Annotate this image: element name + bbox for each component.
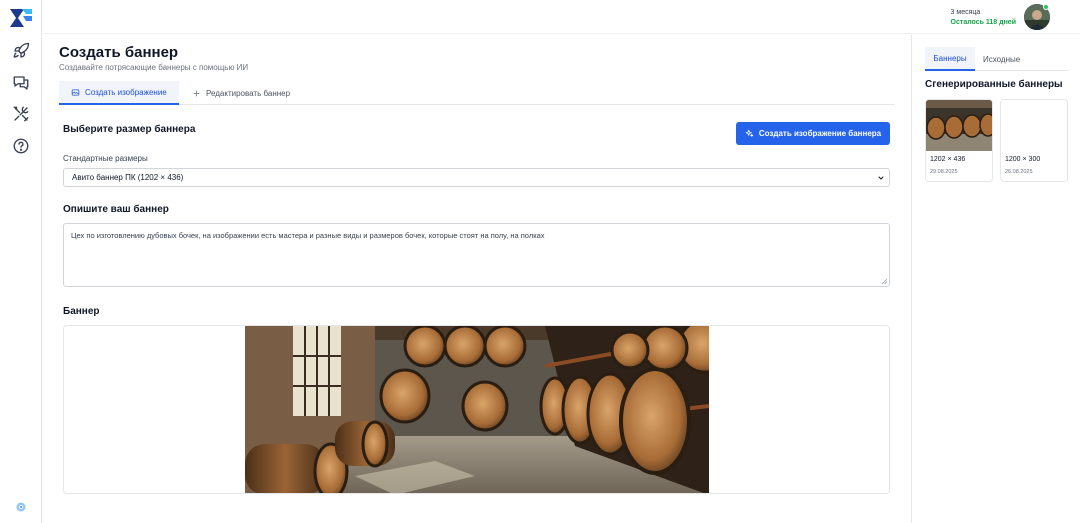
page-title: Создать баннер [59,44,179,61]
banner-size-select[interactable]: Авито баннер ПК (1202 × 436) [63,168,890,187]
subscription-period: 3 месяца [950,9,981,16]
tab-bar: Создать изображение Редактировать баннер [59,81,895,105]
logo-icon[interactable] [9,8,33,28]
tab-banners[interactable]: Баннеры [925,47,975,71]
banner-section-heading: Баннер [63,306,100,317]
banner-description-text: Цех по изготовлению дубовых бочек, на из… [71,231,545,240]
subscription-remaining: Осталось 118 дней [950,19,1016,26]
subscription-info: 3 месяца Осталось 118 дней [951,8,1016,28]
tab-create-image-label: Создать изображение [85,87,167,97]
standard-sizes-label: Стандартные размеры [63,154,148,163]
sparkle-icon [745,129,754,137]
chat-icon[interactable] [10,72,32,94]
banner-card[interactable]: 1202 × 436 29.08.2025 [925,99,993,182]
help-icon[interactable] [10,135,32,157]
banner-card[interactable]: 1200 × 300 26.08.2025 [1000,99,1068,182]
banner-image [245,326,709,493]
plus-icon [193,90,200,96]
tab-create-image[interactable]: Создать изображение [59,81,179,105]
tab-edit-banner[interactable]: Редактировать баннер [180,81,302,105]
generate-banner-button[interactable]: Создать изображение баннера [736,122,890,145]
right-tab-bar: Баннеры Исходные [925,47,1069,71]
tab-edit-banner-label: Редактировать баннер [206,88,291,98]
resize-handle-icon[interactable] [881,278,887,284]
online-status-dot [1043,4,1049,10]
banner-description-textarea[interactable]: Цех по изготовлению дубовых бочек, на из… [63,223,890,287]
left-rail [0,0,42,523]
rocket-icon[interactable] [10,40,32,62]
chevron-down-icon [878,176,884,180]
page-subtitle: Создавайте потрясающие баннеры с помощью… [59,63,249,72]
size-section-heading: Выберите размер баннера [63,124,196,135]
generated-banners-title: Сгенерированные баннеры [925,79,1063,90]
right-panel: Баннеры Исходные Сгенерированные баннеры… [911,35,1080,523]
banner-card-size: 1200 × 300 [1005,156,1041,163]
image-icon [71,89,80,95]
banner-size-selected: Авито баннер ПК (1202 × 436) [72,173,184,182]
tools-icon[interactable] [10,103,32,125]
tab-sources[interactable]: Исходные [983,47,1020,71]
main-content: Создать баннер Создавайте потрясающие ба… [42,35,911,523]
top-header: 3 месяца Осталось 118 дней [42,0,1080,34]
banner-thumbnail-empty [1001,100,1067,151]
banner-thumbnail [926,100,992,151]
settings-icon[interactable] [15,500,27,512]
banner-card-date: 29.08.2025 [930,169,958,175]
banner-card-size: 1202 × 436 [930,156,966,163]
banner-card-date: 26.08.2025 [1005,169,1033,175]
describe-section-heading: Опишите ваш баннер [63,204,169,215]
banner-preview [63,325,890,494]
generate-banner-label: Создать изображение баннера [758,129,882,138]
